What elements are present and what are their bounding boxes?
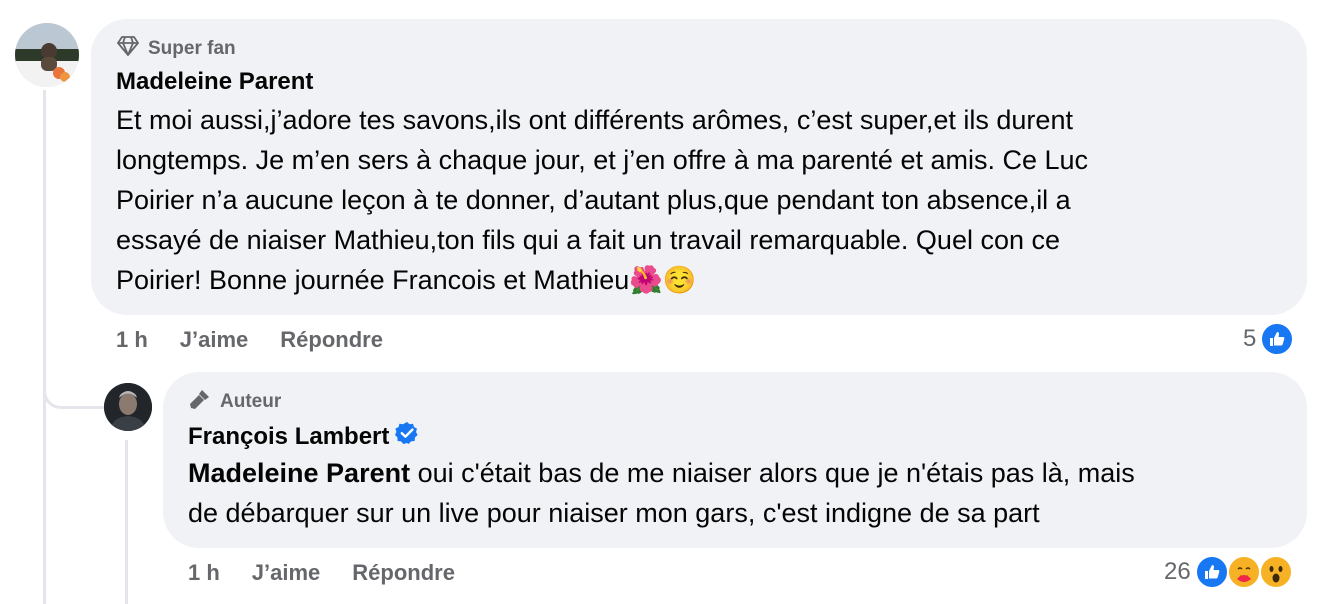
comment-line-last: Poirier! Bonne journée Francois et Mathi… bbox=[116, 260, 1088, 300]
comment-line-text: oui c'était bas de me niaiser alors que … bbox=[410, 458, 1135, 488]
like-reaction-icon bbox=[1260, 322, 1295, 356]
comment-line-text: Poirier! Bonne journée Francois et Mathi… bbox=[116, 265, 630, 295]
like-reaction-icon bbox=[1194, 555, 1229, 589]
comment-text-madeleine: Et moi aussi,j’adore tes savons,ils ont … bbox=[116, 100, 1088, 300]
comment-line: de débarquer sur un live pour niaiser mo… bbox=[188, 498, 1040, 528]
thread-line-connector bbox=[43, 380, 106, 409]
microphone-icon bbox=[188, 387, 212, 417]
comment-line: Et moi aussi,j’adore tes savons,ils ont … bbox=[116, 105, 1073, 135]
thread-line-reply bbox=[125, 440, 128, 604]
comment-line: Poirier n’a aucune leçon à te donner, d’… bbox=[116, 185, 1071, 215]
comment-line: longtemps. Je m’en sers à chaque jour, e… bbox=[116, 145, 1089, 175]
avatar-francois[interactable] bbox=[104, 383, 152, 431]
badge-label: Auteur bbox=[220, 391, 282, 412]
timestamp[interactable]: 1 h bbox=[188, 560, 220, 586]
reaction-count: 26 bbox=[1164, 558, 1191, 585]
diamond-icon bbox=[116, 35, 140, 63]
badge-label: Super fan bbox=[148, 38, 236, 59]
timestamp[interactable]: 1 h bbox=[116, 327, 148, 353]
like-button[interactable]: J’aime bbox=[180, 327, 249, 353]
care-reaction-icon bbox=[1226, 555, 1261, 589]
author-name[interactable]: Madeleine Parent bbox=[116, 68, 313, 96]
reply-button[interactable]: Répondre bbox=[352, 560, 455, 586]
mention-link[interactable]: Madeleine Parent bbox=[188, 458, 410, 488]
reactions-madeleine[interactable]: 5 bbox=[1243, 322, 1295, 356]
thread-line-main bbox=[43, 90, 46, 604]
author-badge[interactable]: Auteur bbox=[188, 387, 281, 417]
super-fan-badge[interactable]: Super fan bbox=[116, 35, 236, 63]
verified-badge-icon bbox=[395, 421, 419, 452]
emoji-hibiscus-smile: 🌺☺️ bbox=[629, 265, 697, 295]
author-name[interactable]: François Lambert bbox=[188, 423, 389, 451]
comment-line: essayé de niaiser Mathieu,ton fils qui a… bbox=[116, 225, 1061, 255]
like-button[interactable]: J’aime bbox=[252, 560, 321, 586]
comment-actions-madeleine: 1 h J’aime Répondre bbox=[116, 327, 415, 353]
reply-button[interactable]: Répondre bbox=[280, 327, 383, 353]
reaction-count: 5 bbox=[1243, 325, 1257, 352]
avatar-madeleine[interactable] bbox=[15, 23, 79, 87]
comment-actions-francois: 1 h J’aime Répondre bbox=[188, 560, 487, 586]
comment-line: Madeleine Parent oui c'était bas de me n… bbox=[188, 453, 1135, 493]
comment-text-francois: Madeleine Parent oui c'était bas de me n… bbox=[188, 453, 1135, 533]
reactions-francois[interactable]: 26 bbox=[1164, 555, 1293, 589]
comment-author-francois[interactable]: François Lambert bbox=[188, 421, 419, 452]
wow-reaction-icon bbox=[1258, 555, 1293, 589]
comment-author-madeleine[interactable]: Madeleine Parent bbox=[116, 68, 313, 96]
